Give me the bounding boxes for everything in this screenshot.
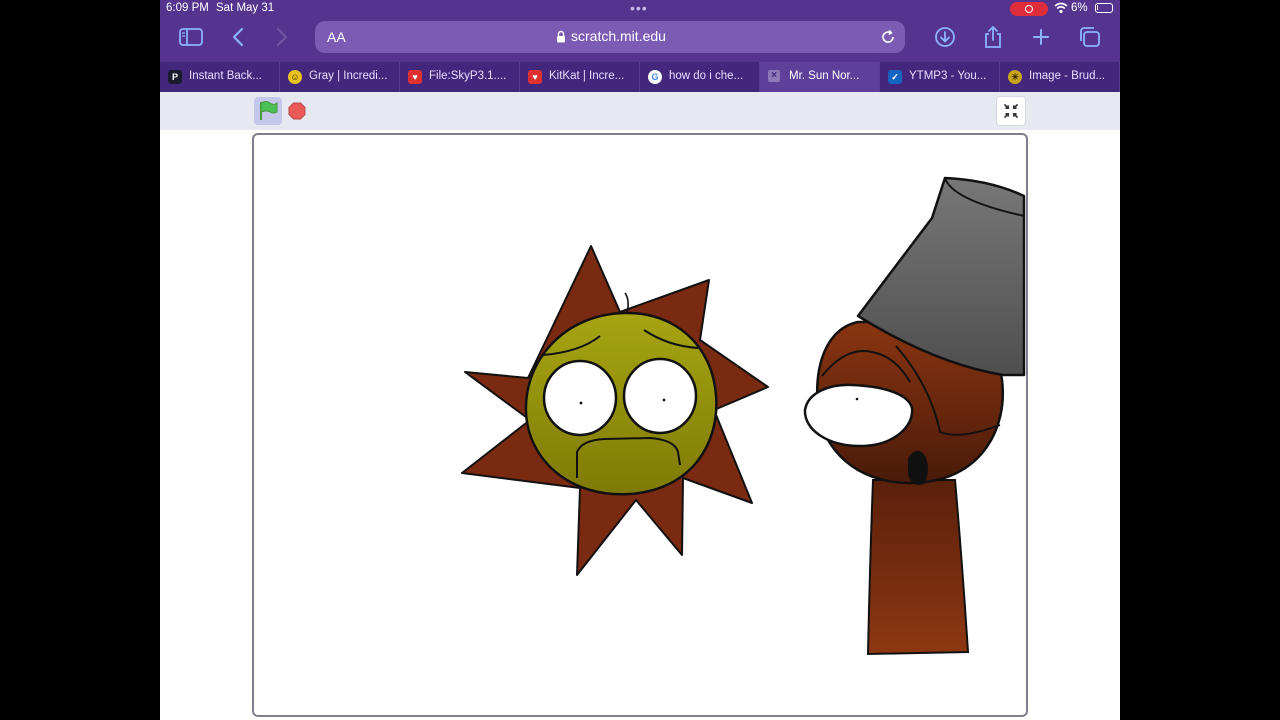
text-size-button[interactable]: AA <box>327 29 346 45</box>
tab-7[interactable]: ☀ Image - Brud... <box>1000 62 1120 92</box>
tab-2[interactable]: ♥ File:SkyP3.1.... <box>400 62 520 92</box>
tabs-overview-icon[interactable] <box>1077 25 1103 49</box>
browser-toolbar: 6:09 PM Sat May 31 ••• 6% AA scratch.mit… <box>160 0 1120 62</box>
stop-icon[interactable] <box>288 102 306 120</box>
browser-window: 6:09 PM Sat May 31 ••• 6% AA scratch.mit… <box>160 0 1120 720</box>
tab-label: how do i che... <box>669 70 744 82</box>
tab-label: Gray | Incredi... <box>309 70 388 82</box>
character-eye <box>803 383 914 448</box>
scratch-stage[interactable] <box>252 133 1028 717</box>
favicon-icon: ♥ <box>408 70 422 84</box>
sun-eye-right <box>622 357 698 435</box>
tab-label: KitKat | Incre... <box>549 70 625 82</box>
record-icon <box>1025 5 1033 13</box>
reload-icon[interactable] <box>880 29 896 45</box>
tab-bar: P Instant Back... ☺ Gray | Incredi... ♥ File:… <box>160 62 1120 92</box>
favicon-icon: ✓ <box>888 70 902 84</box>
tab-4[interactable]: Ghow do i che... <box>640 62 760 92</box>
stage-canvas[interactable] <box>254 135 1026 715</box>
battery-level <box>1097 5 1098 10</box>
status-time: 6:09 PM <box>166 2 209 14</box>
character-pupil <box>855 397 859 401</box>
lock-icon <box>557 30 565 43</box>
address-bar[interactable]: AA scratch.mit.edu <box>315 21 905 53</box>
close-tab-icon[interactable]: × <box>768 70 780 82</box>
wifi-icon <box>1054 2 1068 14</box>
tab-label: Image - Brud... <box>1029 70 1106 82</box>
favicon-icon: G <box>648 70 662 84</box>
tab-0[interactable]: P Instant Back... <box>160 62 280 92</box>
exit-fullscreen-icon <box>1003 103 1019 119</box>
new-tab-icon[interactable] <box>1028 25 1054 49</box>
sun-pupil-right <box>662 398 666 402</box>
sun-eye-left <box>542 359 618 437</box>
multitasking-dots-icon[interactable]: ••• <box>630 0 648 16</box>
bucket-character-sprite[interactable] <box>803 176 1026 656</box>
tab-label: File:SkyP3.1.... <box>429 70 507 82</box>
favicon-icon: ☺ <box>288 70 302 84</box>
favicon-icon: ♥ <box>528 70 542 84</box>
mr-sun-sprite[interactable] <box>461 245 769 576</box>
screen-recording-indicator <box>1010 2 1048 16</box>
favicon-icon: P <box>168 70 182 84</box>
battery-icon <box>1095 3 1113 13</box>
share-icon[interactable] <box>980 25 1006 49</box>
forward-icon[interactable] <box>268 25 294 49</box>
tab-label: Mr. Sun Nor... <box>789 70 860 82</box>
tab-3[interactable]: ♥ KitKat | Incre... <box>520 62 640 92</box>
character-neck <box>866 479 970 656</box>
exit-fullscreen-button[interactable] <box>996 96 1026 126</box>
url-text[interactable]: scratch.mit.edu <box>571 28 666 44</box>
tab-label: YTMP3 - You... <box>909 70 987 82</box>
green-flag-button[interactable] <box>254 97 282 125</box>
download-icon[interactable] <box>932 25 958 49</box>
stage-controls <box>160 92 1120 130</box>
character-mouth <box>908 450 928 485</box>
tab-1[interactable]: ☺ Gray | Incredi... <box>280 62 400 92</box>
tab-5[interactable]: × Mr. Sun Nor... <box>760 62 880 92</box>
battery-percent: 6% <box>1071 2 1088 14</box>
favicon-icon: ☀ <box>1008 70 1022 84</box>
tab-label: Instant Back... <box>189 70 262 82</box>
sun-pupil-left <box>579 401 583 405</box>
tab-6[interactable]: ✓ YTMP3 - You... <box>880 62 1000 92</box>
sidebar-icon[interactable] <box>178 25 204 49</box>
back-icon[interactable] <box>226 25 252 49</box>
status-date: Sat May 31 <box>216 2 275 14</box>
green-flag-icon <box>260 101 278 120</box>
